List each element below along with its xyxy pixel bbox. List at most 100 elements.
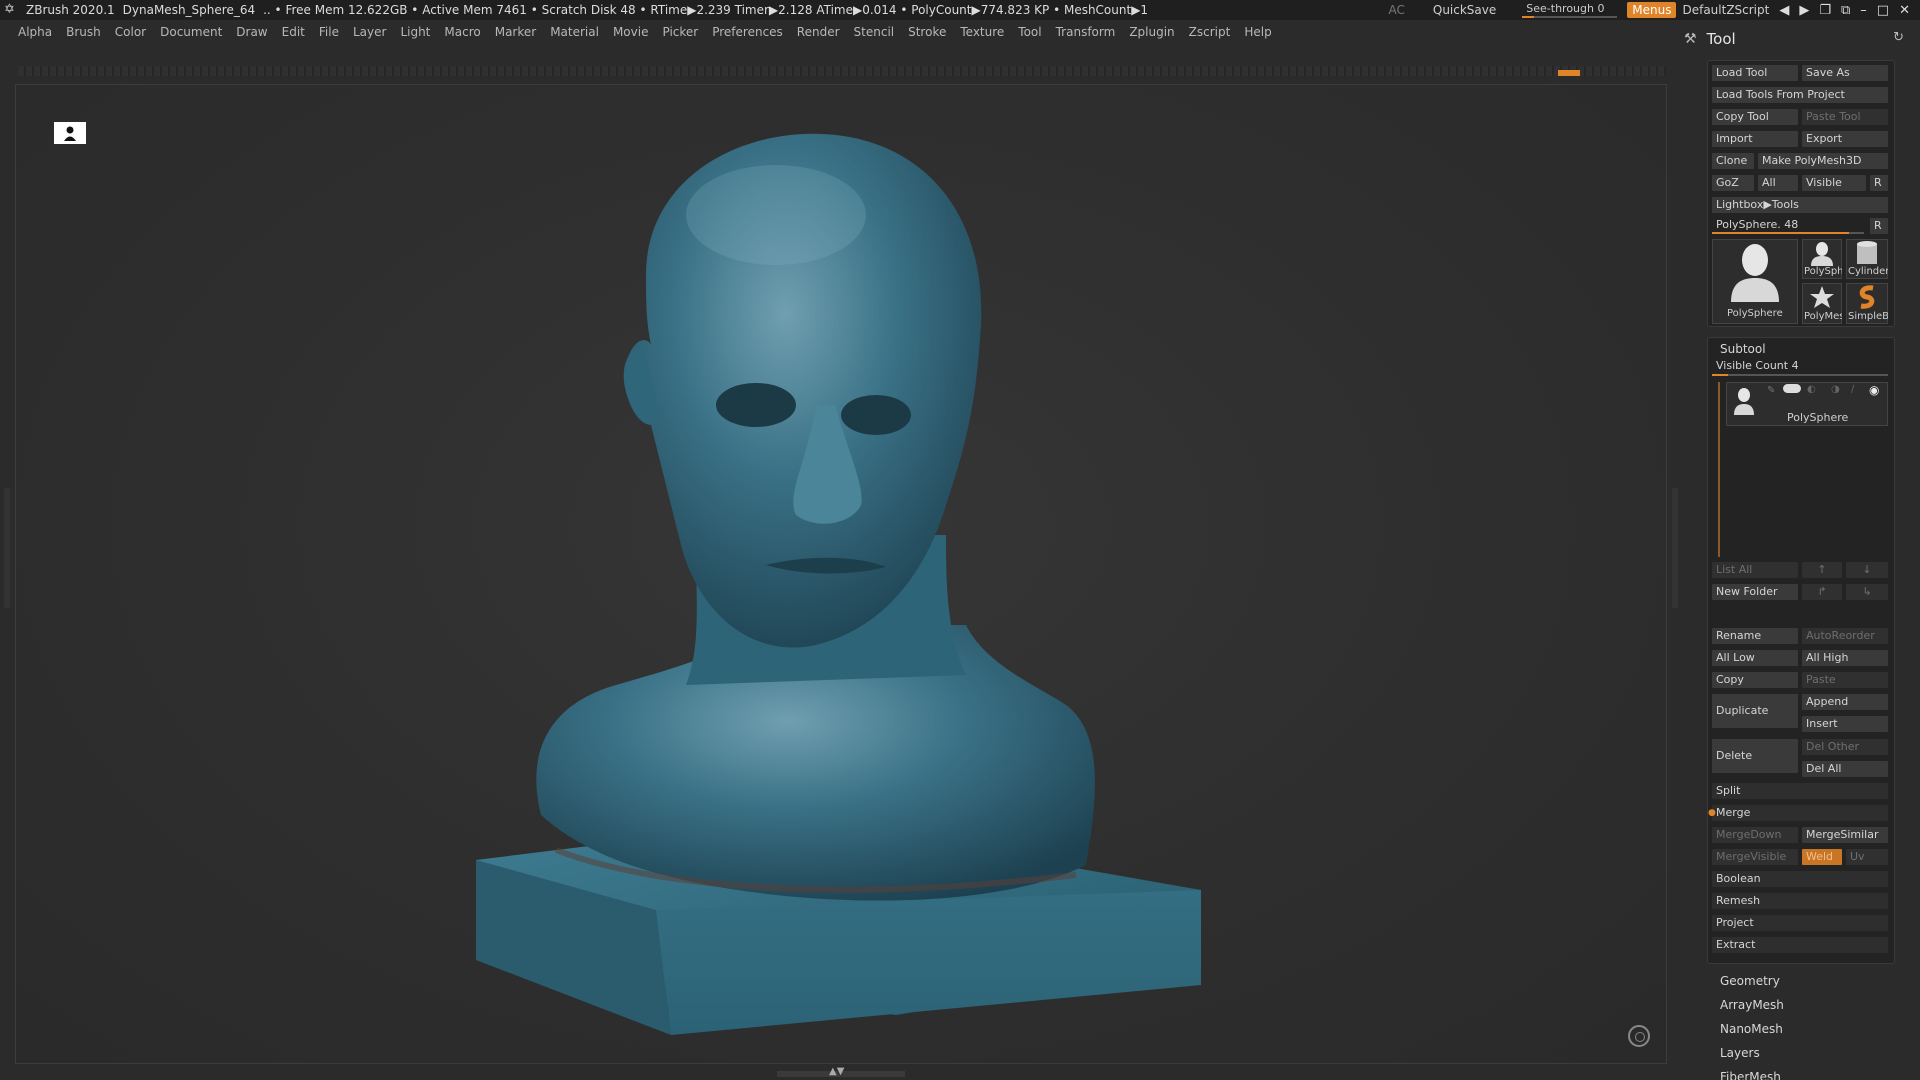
merge-section[interactable]: Merge — [1712, 805, 1888, 821]
del-other-button[interactable]: Del Other — [1802, 739, 1888, 755]
paste-tool-button[interactable]: Paste Tool — [1802, 109, 1888, 125]
all-low-button[interactable]: All Low — [1712, 650, 1798, 666]
menu-picker[interactable]: Picker — [662, 25, 698, 39]
import-button[interactable]: Import — [1712, 131, 1798, 147]
subtool-item-polysphere[interactable]: ✎ ◐ ◑ ∕ ◉ PolySphere — [1726, 382, 1888, 426]
menu-movie[interactable]: Movie — [613, 25, 649, 39]
menu-preferences[interactable]: Preferences — [712, 25, 783, 39]
layout-left-icon[interactable]: ◀ — [1779, 3, 1789, 18]
see-through-slider[interactable]: See-through 0 — [1522, 2, 1618, 18]
window-icon[interactable]: ❐ — [1819, 3, 1831, 18]
menu-color[interactable]: Color — [115, 25, 146, 39]
fibermesh-section[interactable]: FiberMesh — [1720, 1070, 1781, 1080]
left-tray-handle[interactable] — [4, 488, 10, 608]
save-as-button[interactable]: Save As — [1802, 65, 1888, 81]
floor-grid-icon[interactable] — [1628, 1025, 1650, 1047]
uv-toggle[interactable]: Uv — [1846, 849, 1888, 865]
nanomesh-section[interactable]: NanoMesh — [1720, 1022, 1783, 1036]
menu-marker[interactable]: Marker — [495, 25, 536, 39]
menu-stencil[interactable]: Stencil — [854, 25, 895, 39]
boolean-section[interactable]: Boolean — [1712, 871, 1888, 887]
extract-section[interactable]: Extract — [1712, 937, 1888, 953]
mergevisible-button[interactable]: MergeVisible — [1712, 849, 1798, 865]
subtool-title[interactable]: Subtool — [1720, 342, 1766, 356]
maximize-icon[interactable]: □ — [1877, 3, 1889, 18]
append-button[interactable]: Append — [1802, 694, 1888, 710]
autoreorder-button[interactable]: AutoReorder — [1802, 628, 1888, 644]
restore-icon[interactable]: ⧉ — [1841, 3, 1850, 18]
project-section[interactable]: Project — [1712, 915, 1888, 931]
tool-thumb-simplebrush[interactable]: SimpleB — [1846, 283, 1888, 324]
menu-transform[interactable]: Transform — [1056, 25, 1116, 39]
menu-light[interactable]: Light — [400, 25, 430, 39]
move-down-icon[interactable]: ↓ — [1846, 562, 1888, 578]
tool-thumb-polymesh[interactable]: PolyMes — [1802, 283, 1842, 324]
load-tool-button[interactable]: Load Tool — [1712, 65, 1798, 81]
minimize-icon[interactable]: – — [1860, 3, 1867, 18]
menu-render[interactable]: Render — [797, 25, 840, 39]
subtool-toggle-icon[interactable] — [1783, 384, 1801, 393]
weld-toggle[interactable]: Weld — [1802, 849, 1842, 865]
remesh-section[interactable]: Remesh — [1712, 893, 1888, 909]
subtool-scrollbar[interactable] — [1718, 382, 1720, 557]
menu-layer[interactable]: Layer — [353, 25, 386, 39]
split-section[interactable]: Split — [1712, 783, 1888, 799]
menu-material[interactable]: Material — [550, 25, 599, 39]
clone-button[interactable]: Clone — [1712, 153, 1754, 169]
rename-button[interactable]: Rename — [1712, 628, 1798, 644]
mergedown-button[interactable]: MergeDown — [1712, 827, 1798, 843]
menu-stroke[interactable]: Stroke — [908, 25, 946, 39]
perspective-icon[interactable] — [54, 122, 86, 144]
default-zscript-button[interactable]: DefaultZScript — [1682, 3, 1769, 17]
quicksave-button[interactable]: QuickSave — [1433, 3, 1496, 17]
copy-button[interactable]: Copy — [1712, 672, 1798, 688]
goz-all-button[interactable]: All — [1758, 175, 1798, 191]
right-tray-handle[interactable] — [1672, 488, 1678, 608]
geometry-section[interactable]: Geometry — [1720, 974, 1780, 988]
all-high-button[interactable]: All High — [1802, 650, 1888, 666]
tool-thumb-cylinder[interactable]: Cylinder — [1846, 239, 1888, 279]
list-all-button[interactable]: List All — [1712, 562, 1798, 578]
refresh-icon[interactable]: ↻ — [1893, 30, 1904, 45]
make-polymesh3d-button[interactable]: Make PolyMesh3D — [1758, 153, 1888, 169]
menu-tool[interactable]: Tool — [1018, 25, 1041, 39]
tool-thumb-polysphere[interactable]: PolySphere — [1712, 239, 1798, 324]
tool-r-button[interactable]: R — [1870, 218, 1888, 234]
folder-up-icon[interactable]: ↱ — [1802, 584, 1842, 600]
menu-zplugin[interactable]: Zplugin — [1129, 25, 1174, 39]
tool-thumb-polysphere-small[interactable]: PolySphe — [1802, 239, 1842, 279]
subtool-brush2-icon[interactable]: ∕ — [1851, 384, 1854, 395]
paste-button[interactable]: Paste — [1802, 672, 1888, 688]
tool-pin-icon[interactable]: ⚒ — [1684, 31, 1697, 47]
menu-macro[interactable]: Macro — [444, 25, 480, 39]
menu-file[interactable]: File — [319, 25, 339, 39]
subtool-mode-icon[interactable]: ◐ — [1807, 384, 1816, 395]
timeline-marker[interactable] — [1558, 70, 1580, 76]
copy-tool-button[interactable]: Copy Tool — [1712, 109, 1798, 125]
del-all-button[interactable]: Del All — [1802, 761, 1888, 777]
menu-document[interactable]: Document — [160, 25, 222, 39]
menu-alpha[interactable]: Alpha — [18, 25, 52, 39]
move-up-icon[interactable]: ↑ — [1802, 562, 1842, 578]
goz-button[interactable]: GoZ — [1712, 175, 1754, 191]
tool-palette-header[interactable]: ⚒ Tool ↻ — [1684, 28, 1904, 50]
delete-button[interactable]: Delete — [1712, 739, 1798, 773]
menu-edit[interactable]: Edit — [282, 25, 305, 39]
subtool-polypaint-icon[interactable]: ◑ — [1831, 384, 1840, 395]
menu-help[interactable]: Help — [1244, 25, 1271, 39]
lightbox-tools-button[interactable]: Lightbox▶Tools — [1712, 197, 1888, 213]
timeline-strip[interactable] — [18, 66, 1666, 76]
goz-visible-button[interactable]: Visible — [1802, 175, 1866, 191]
load-tools-from-project-button[interactable]: Load Tools From Project — [1712, 87, 1888, 103]
menus-toggle[interactable]: Menus — [1627, 2, 1677, 18]
arraymesh-section[interactable]: ArrayMesh — [1720, 998, 1784, 1012]
subtool-brush-icon[interactable]: ✎ — [1767, 385, 1775, 396]
menu-draw[interactable]: Draw — [236, 25, 267, 39]
canvas-viewport[interactable] — [15, 84, 1667, 1064]
menu-texture[interactable]: Texture — [960, 25, 1004, 39]
layout-right-icon[interactable]: ▶ — [1799, 3, 1809, 18]
folder-down-icon[interactable]: ↳ — [1846, 584, 1888, 600]
menu-brush[interactable]: Brush — [66, 25, 101, 39]
visible-count-slider-track[interactable] — [1712, 374, 1888, 376]
menu-zscript[interactable]: Zscript — [1189, 25, 1231, 39]
